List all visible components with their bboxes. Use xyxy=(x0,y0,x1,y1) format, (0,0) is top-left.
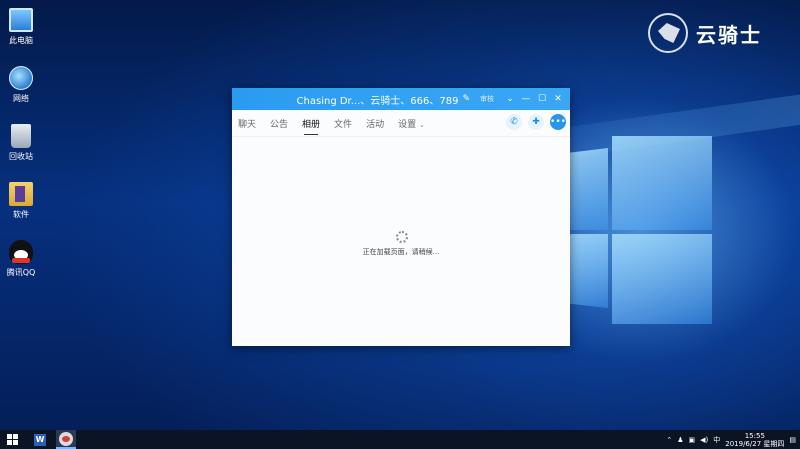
ime-indicator[interactable]: 中 xyxy=(713,435,720,445)
desktop-icon-qq[interactable]: 腾讯QQ xyxy=(2,240,40,278)
desktop-icon-network[interactable]: 网络 xyxy=(2,66,40,104)
recycle-bin-icon xyxy=(11,124,31,148)
network-icon[interactable]: ▣ xyxy=(689,436,696,444)
maximize-button[interactable]: ☐ xyxy=(534,94,550,104)
phone-call-icon[interactable]: ✆ xyxy=(506,114,522,130)
qq-tray-icon[interactable]: ♟ xyxy=(677,436,683,444)
review-badge: 审核 xyxy=(480,95,494,103)
tab-activities[interactable]: 活动 xyxy=(366,117,384,130)
close-button[interactable]: ✕ xyxy=(550,94,566,104)
desktop-icon-this-pc[interactable]: 此电脑 xyxy=(2,8,40,46)
taskbar-qq[interactable] xyxy=(56,430,76,449)
volume-icon[interactable]: ◀) xyxy=(700,436,708,444)
tab-files[interactable]: 文件 xyxy=(334,117,352,130)
taskbar-word[interactable]: W xyxy=(30,430,50,449)
desktop-icon-software[interactable]: 软件 xyxy=(2,182,40,220)
chevron-down-icon: ⌄ xyxy=(418,120,425,129)
loading-text: 正在加载页面，请稍候... xyxy=(362,248,440,256)
watermark-logo: 云骑士 xyxy=(648,10,788,56)
tab-album[interactable]: 相册 xyxy=(302,117,320,135)
system-tray: ⌃ ♟ ▣ ◀) 中 15:55 2019/6/27 星期四 ▤ xyxy=(666,430,796,449)
computer-icon xyxy=(9,8,33,32)
start-button[interactable] xyxy=(0,430,24,449)
window-title: Chasing Dr...、云骑士、666、789 xyxy=(296,95,459,107)
desktop-icon-label: 网络 xyxy=(13,94,29,103)
tab-bar: 聊天 公告 相册 文件 活动 设置 ⌄ ✆ ✚ ••• xyxy=(232,110,570,136)
windows-start-icon xyxy=(6,434,18,445)
tab-actions: ✆ ✚ ••• xyxy=(506,114,566,130)
desktop-icon-recycle-bin[interactable]: 回收站 xyxy=(2,124,40,162)
word-icon: W xyxy=(34,433,46,446)
watermark-text: 云骑士 xyxy=(696,22,762,47)
chevron-up-icon[interactable]: ⌃ xyxy=(666,436,672,444)
folder-icon xyxy=(9,182,33,206)
qq-penguin-icon xyxy=(9,240,33,264)
clock-time: 15:55 xyxy=(744,431,765,440)
add-message-icon[interactable]: ✚ xyxy=(528,114,544,130)
qq-group-window: Chasing Dr...、云骑士、666、789 ✎ 审核 ⌄ — ☐ ✕ 聊… xyxy=(232,88,570,346)
minimize-button[interactable]: — xyxy=(518,94,534,104)
edit-icon[interactable]: ✎ xyxy=(462,94,470,104)
desktop-icon-label: 腾讯QQ xyxy=(6,268,36,277)
tab-settings[interactable]: 设置 ⌄ xyxy=(398,117,425,130)
tab-chat[interactable]: 聊天 xyxy=(238,117,256,130)
desktop-icon-label: 回收站 xyxy=(9,152,33,161)
album-content: 正在加载页面，请稍候... xyxy=(232,136,570,346)
clock[interactable]: 15:55 2019/6/27 星期四 xyxy=(725,432,784,448)
taskbar: W ⌃ ♟ ▣ ◀) 中 15:55 2019/6/27 星期四 ▤ xyxy=(0,430,800,449)
more-options-icon[interactable]: ••• xyxy=(550,114,566,130)
window-titlebar[interactable]: Chasing Dr...、云骑士、666、789 ✎ 审核 ⌄ — ☐ ✕ xyxy=(232,88,570,110)
windows-logo xyxy=(568,132,716,324)
tab-announcement[interactable]: 公告 xyxy=(270,117,288,130)
loading-spinner-icon xyxy=(396,231,408,243)
knight-logo-icon xyxy=(648,13,688,53)
tab-settings-label: 设置 xyxy=(398,119,417,130)
notifications-icon[interactable]: ▤ xyxy=(789,436,796,444)
desktop-icon-label: 此电脑 xyxy=(9,36,33,45)
network-globe-icon xyxy=(9,66,33,90)
desktop-icon-label: 软件 xyxy=(13,210,29,219)
chevron-down-icon[interactable]: ⌄ xyxy=(502,94,518,104)
clock-date: 2019/6/27 星期四 xyxy=(725,439,785,448)
qq-app-icon xyxy=(59,431,73,446)
